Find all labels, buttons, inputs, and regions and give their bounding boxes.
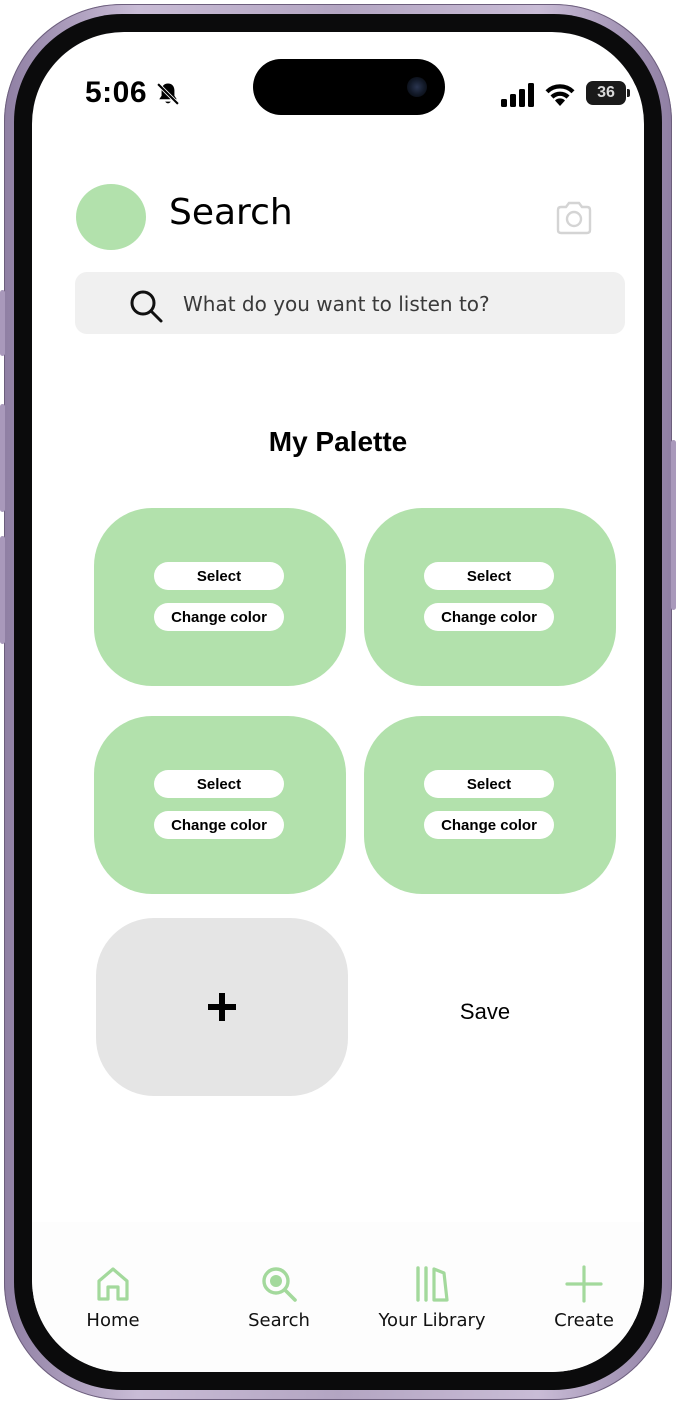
screen: 5:06 36 Search What do you want to liste… bbox=[32, 32, 644, 1372]
signal-icon bbox=[501, 83, 534, 107]
select-button[interactable]: Select bbox=[154, 770, 284, 798]
bezel: 5:06 36 Search What do you want to liste… bbox=[14, 14, 662, 1390]
search-bar[interactable] bbox=[75, 272, 625, 336]
select-button[interactable]: Select bbox=[424, 562, 554, 590]
search-icon bbox=[130, 290, 163, 323]
nav-label: Your Library bbox=[378, 1310, 486, 1331]
color-swatch[interactable]: Select Change color bbox=[364, 508, 616, 686]
color-swatch[interactable]: Select Change color bbox=[94, 716, 346, 894]
nav-item-home[interactable]: Home bbox=[38, 1222, 188, 1332]
plus-icon bbox=[208, 993, 236, 1021]
phone-frame: 5:06 36 Search What do you want to liste… bbox=[0, 4, 676, 1400]
change-color-button[interactable]: Change color bbox=[154, 603, 284, 631]
battery-percent: 36 bbox=[597, 84, 615, 101]
nav-label: Search bbox=[248, 1310, 310, 1331]
color-swatch[interactable]: Select Change color bbox=[364, 716, 616, 894]
save-button[interactable]: Save bbox=[430, 994, 540, 1030]
search-input[interactable] bbox=[181, 272, 605, 336]
add-color-button[interactable] bbox=[96, 918, 348, 1096]
dynamic-island bbox=[253, 59, 445, 115]
color-swatch[interactable]: Select Change color bbox=[94, 508, 346, 686]
bell-slash-icon bbox=[156, 82, 180, 106]
nav-label: Create bbox=[554, 1310, 614, 1331]
change-color-button[interactable]: Change color bbox=[154, 811, 284, 839]
power-button bbox=[671, 440, 676, 610]
camera-icon[interactable] bbox=[554, 200, 594, 236]
nav-label: Home bbox=[86, 1310, 140, 1331]
status-time: 5:06 bbox=[85, 76, 148, 109]
wifi-icon bbox=[545, 84, 575, 106]
nav-item-create[interactable]: Create bbox=[509, 1222, 644, 1332]
battery-level: 36 bbox=[586, 81, 626, 105]
nav-item-search[interactable]: Search bbox=[204, 1222, 354, 1332]
volume-up-button bbox=[0, 404, 5, 512]
library-icon bbox=[416, 1266, 449, 1302]
avatar[interactable] bbox=[76, 184, 146, 250]
battery-nub bbox=[627, 89, 630, 97]
change-color-button[interactable]: Change color bbox=[424, 603, 554, 631]
nav-item-your-library[interactable]: Your Library bbox=[357, 1222, 507, 1332]
search-icon bbox=[262, 1267, 297, 1302]
front-camera-icon bbox=[407, 77, 427, 97]
battery-icon: 36 bbox=[586, 81, 630, 105]
change-color-button[interactable]: Change color bbox=[424, 811, 554, 839]
home-icon bbox=[97, 1267, 129, 1301]
page-title: Search bbox=[169, 192, 293, 233]
select-button[interactable]: Select bbox=[424, 770, 554, 798]
plus-icon bbox=[565, 1265, 603, 1303]
palette-title: My Palette bbox=[268, 426, 408, 457]
bottom-nav: Home Search Your Library Create bbox=[32, 1222, 644, 1372]
select-button[interactable]: Select bbox=[154, 562, 284, 590]
volume-down-button bbox=[0, 536, 5, 644]
action-button bbox=[0, 290, 5, 356]
